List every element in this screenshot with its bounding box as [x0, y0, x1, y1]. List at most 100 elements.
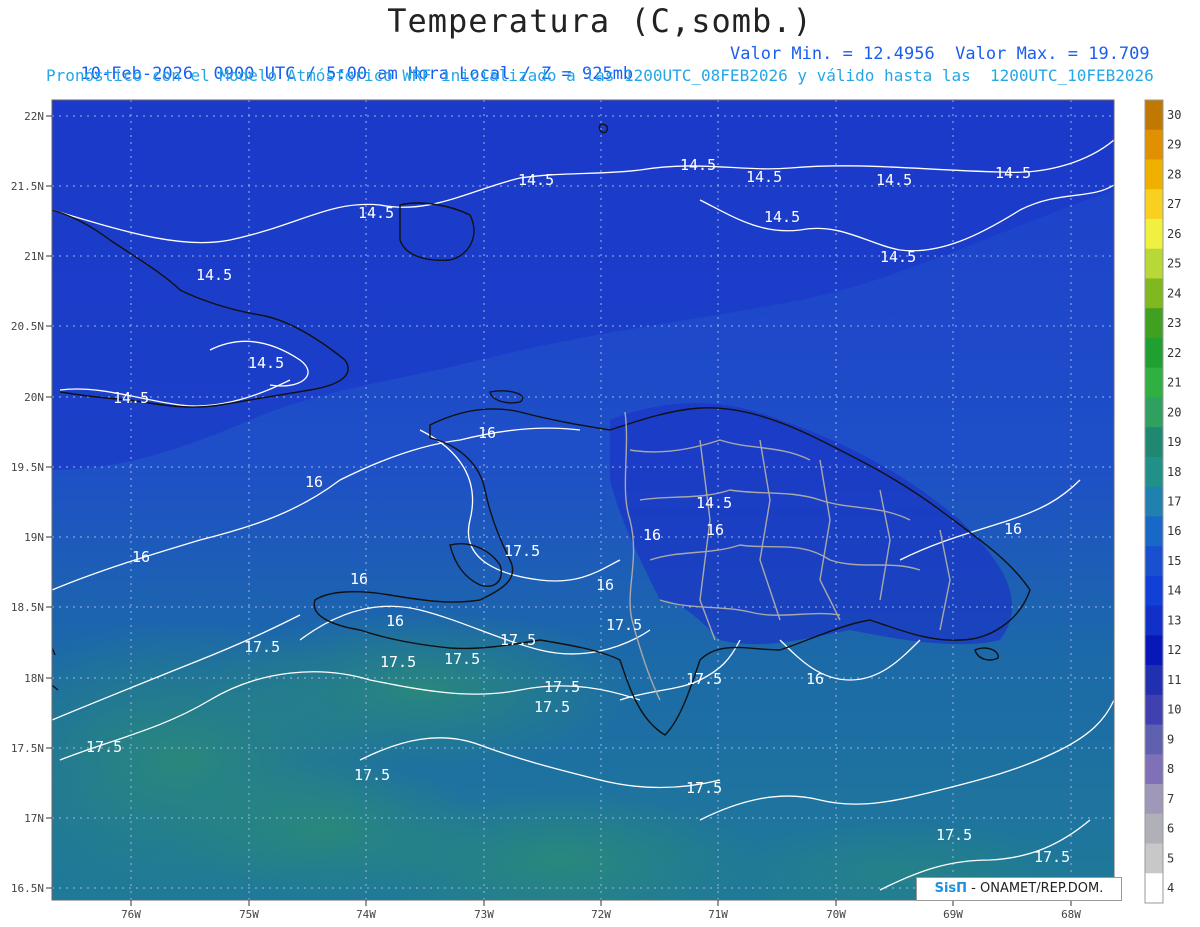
- colorbar-label: 9: [1167, 732, 1174, 746]
- contour-label: 17.5: [504, 542, 540, 560]
- lat-label: 18.5N: [11, 601, 44, 614]
- contour-label: 14.5: [876, 171, 912, 189]
- lat-labels: 22N 21.5N 21N 20.5N 20N 19.5N 19N 18.5N …: [11, 110, 44, 895]
- contour-label: 17.5: [534, 698, 570, 716]
- contour-label: 17.5: [686, 670, 722, 688]
- colorbar-swatch: [1145, 308, 1163, 339]
- colorbar-swatch: [1145, 159, 1163, 190]
- contour-label: 14.5: [248, 354, 284, 372]
- contour-label: 17.5: [86, 738, 122, 756]
- colorbar-swatch: [1145, 189, 1163, 220]
- contour-label: 17.5: [380, 653, 416, 671]
- colorbar-swatch: [1145, 367, 1163, 398]
- lon-label: 75W: [239, 908, 259, 921]
- lat-label: 19N: [24, 531, 44, 544]
- lat-label: 20N: [24, 391, 44, 404]
- colorbar-swatch: [1145, 516, 1163, 547]
- colorbar-swatch: [1145, 873, 1163, 904]
- colorbar-swatch: [1145, 278, 1163, 309]
- contour-label: 17.5: [544, 678, 580, 696]
- colorbar-swatch: [1145, 100, 1163, 131]
- contour-label: 17.5: [354, 766, 390, 784]
- contour-label: 16: [478, 424, 496, 442]
- lon-label: 72W: [591, 908, 611, 921]
- lat-ticks: [46, 115, 52, 889]
- lat-label: 22N: [24, 110, 44, 123]
- contour-label: 17.5: [244, 638, 280, 656]
- contour-label: 16: [305, 473, 323, 491]
- colorbar-label: 23: [1167, 316, 1181, 330]
- contour-label: 17.5: [606, 616, 642, 634]
- colorbar-label: 21: [1167, 376, 1181, 390]
- lat-label: 17.5N: [11, 742, 44, 755]
- lon-label: 74W: [356, 908, 376, 921]
- lat-label: 18N: [24, 672, 44, 685]
- contour-label: 14.5: [995, 164, 1031, 182]
- colorbar-label: 10: [1167, 703, 1181, 717]
- lon-label: 76W: [121, 908, 141, 921]
- contour-label: 16: [386, 612, 404, 630]
- colorbar-swatch: [1145, 694, 1163, 726]
- colorbar-label: 16: [1167, 524, 1181, 538]
- colorbar-label: 18: [1167, 465, 1181, 479]
- colorbar-swatch: [1145, 724, 1163, 755]
- contour-label: 17.5: [1034, 848, 1070, 866]
- colorbar-swatch: [1145, 397, 1163, 428]
- contour-label: 14.5: [880, 248, 916, 266]
- colorbar-label: 5: [1167, 851, 1174, 865]
- colorbar-label: 28: [1167, 167, 1181, 181]
- colorbar-swatch: [1145, 337, 1163, 369]
- contour-label: 14.5: [518, 171, 554, 189]
- contour-label: 16: [806, 670, 824, 688]
- colorbar-swatch: [1145, 784, 1163, 815]
- lat-label: 21N: [24, 250, 44, 263]
- colorbar-label: 22: [1167, 346, 1181, 360]
- contour-label: 14.5: [113, 389, 149, 407]
- colorbar-label: 19: [1167, 435, 1181, 449]
- lat-label: 17N: [24, 812, 44, 825]
- lat-label: 19.5N: [11, 461, 44, 474]
- sispi-logo: SisΠ: [934, 881, 968, 896]
- colorbar-swatch: [1145, 575, 1163, 607]
- lat-label: 16.5N: [11, 882, 44, 895]
- contour-label: 17.5: [936, 826, 972, 844]
- contour-label: 14.5: [680, 156, 716, 174]
- contour-label: 17.5: [444, 650, 480, 668]
- lon-label: 70W: [826, 908, 846, 921]
- lon-label: 69W: [943, 908, 963, 921]
- colorbar-swatch: [1145, 486, 1163, 517]
- colorbar-label: 12: [1167, 643, 1181, 657]
- lat-label: 21.5N: [11, 180, 44, 193]
- colorbar-swatch: [1145, 813, 1163, 845]
- colorbar-label: 15: [1167, 554, 1181, 568]
- colorbar-swatch: [1145, 129, 1163, 160]
- credit-box: SisΠ - ONAMET/REP.DOM.: [916, 877, 1122, 901]
- colorbar: 30 29 28 27 26 25 24 23 22 21 20 19 18 17 16 15 14 13 12 11…: [1144, 99, 1181, 904]
- colorbar-swatch: [1145, 665, 1163, 696]
- colorbar-label: 17: [1167, 495, 1181, 509]
- colorbar-swatch: [1145, 546, 1163, 577]
- colorbar-label: 24: [1167, 286, 1181, 300]
- colorbar-label: 30: [1167, 108, 1181, 122]
- colorbar-swatch: [1145, 605, 1163, 636]
- temperature-map: 14.5 14.5 14.5 14.5 14.5 14.5 14.5 14.5 …: [11, 99, 1181, 921]
- lon-label: 73W: [474, 908, 494, 921]
- contour-label: 16: [350, 570, 368, 588]
- colorbar-swatch: [1145, 843, 1163, 874]
- colorbar-label: 4: [1167, 881, 1174, 895]
- lon-label: 71W: [708, 908, 728, 921]
- contour-label: 17.5: [686, 779, 722, 797]
- contour-label: 16: [643, 526, 661, 544]
- colorbar-swatch: [1145, 635, 1163, 666]
- colorbar-swatch: [1145, 427, 1163, 458]
- colorbar-label: 25: [1167, 257, 1181, 271]
- contour-label: 17.5: [500, 631, 536, 649]
- contour-label: 14.5: [358, 204, 394, 222]
- colorbar-label: 27: [1167, 197, 1181, 211]
- colorbar-swatch: [1145, 248, 1163, 279]
- colorbar-label: 20: [1167, 405, 1181, 419]
- colorbar-swatch: [1145, 218, 1163, 250]
- contour-label: 14.5: [764, 208, 800, 226]
- lat-label: 20.5N: [11, 320, 44, 333]
- contour-label: 16: [596, 576, 614, 594]
